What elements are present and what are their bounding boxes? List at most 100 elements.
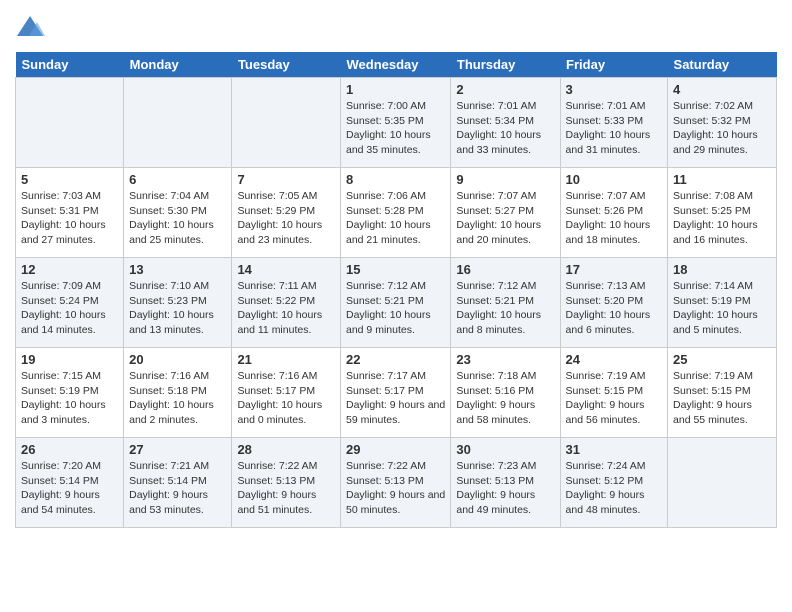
day-detail: Sunrise: 7:17 AMSunset: 5:17 PMDaylight:… <box>346 369 445 428</box>
day-number: 18 <box>673 262 771 277</box>
day-detail: Sunrise: 7:22 AMSunset: 5:13 PMDaylight:… <box>237 459 335 518</box>
day-detail: Sunrise: 7:02 AMSunset: 5:32 PMDaylight:… <box>673 99 771 158</box>
day-detail: Sunrise: 7:06 AMSunset: 5:28 PMDaylight:… <box>346 189 445 248</box>
weekday-header: Thursday <box>451 52 560 78</box>
weekday-header: Saturday <box>668 52 777 78</box>
calendar-cell: 4 Sunrise: 7:02 AMSunset: 5:32 PMDayligh… <box>668 78 777 168</box>
calendar-cell: 17 Sunrise: 7:13 AMSunset: 5:20 PMDaylig… <box>560 258 667 348</box>
calendar-cell: 24 Sunrise: 7:19 AMSunset: 5:15 PMDaylig… <box>560 348 667 438</box>
calendar-cell: 7 Sunrise: 7:05 AMSunset: 5:29 PMDayligh… <box>232 168 341 258</box>
day-detail: Sunrise: 7:21 AMSunset: 5:14 PMDaylight:… <box>129 459 226 518</box>
day-number: 24 <box>566 352 662 367</box>
calendar-cell: 10 Sunrise: 7:07 AMSunset: 5:26 PMDaylig… <box>560 168 667 258</box>
day-number: 17 <box>566 262 662 277</box>
calendar-cell: 23 Sunrise: 7:18 AMSunset: 5:16 PMDaylig… <box>451 348 560 438</box>
day-number: 26 <box>21 442 118 457</box>
weekday-header: Friday <box>560 52 667 78</box>
calendar-cell: 6 Sunrise: 7:04 AMSunset: 5:30 PMDayligh… <box>124 168 232 258</box>
weekday-header: Wednesday <box>341 52 451 78</box>
calendar-cell <box>124 78 232 168</box>
day-number: 22 <box>346 352 445 367</box>
day-detail: Sunrise: 7:12 AMSunset: 5:21 PMDaylight:… <box>346 279 445 338</box>
day-detail: Sunrise: 7:08 AMSunset: 5:25 PMDaylight:… <box>673 189 771 248</box>
day-detail: Sunrise: 7:00 AMSunset: 5:35 PMDaylight:… <box>346 99 445 158</box>
calendar-cell: 18 Sunrise: 7:14 AMSunset: 5:19 PMDaylig… <box>668 258 777 348</box>
calendar-cell: 15 Sunrise: 7:12 AMSunset: 5:21 PMDaylig… <box>341 258 451 348</box>
day-number: 25 <box>673 352 771 367</box>
day-number: 27 <box>129 442 226 457</box>
day-detail: Sunrise: 7:14 AMSunset: 5:19 PMDaylight:… <box>673 279 771 338</box>
calendar-cell <box>232 78 341 168</box>
day-detail: Sunrise: 7:23 AMSunset: 5:13 PMDaylight:… <box>456 459 554 518</box>
calendar-cell: 28 Sunrise: 7:22 AMSunset: 5:13 PMDaylig… <box>232 438 341 528</box>
calendar-cell: 5 Sunrise: 7:03 AMSunset: 5:31 PMDayligh… <box>16 168 124 258</box>
day-detail: Sunrise: 7:19 AMSunset: 5:15 PMDaylight:… <box>566 369 662 428</box>
day-detail: Sunrise: 7:19 AMSunset: 5:15 PMDaylight:… <box>673 369 771 428</box>
day-detail: Sunrise: 7:12 AMSunset: 5:21 PMDaylight:… <box>456 279 554 338</box>
day-number: 15 <box>346 262 445 277</box>
day-detail: Sunrise: 7:04 AMSunset: 5:30 PMDaylight:… <box>129 189 226 248</box>
day-number: 29 <box>346 442 445 457</box>
day-detail: Sunrise: 7:18 AMSunset: 5:16 PMDaylight:… <box>456 369 554 428</box>
day-number: 16 <box>456 262 554 277</box>
day-number: 5 <box>21 172 118 187</box>
day-number: 7 <box>237 172 335 187</box>
calendar-cell: 20 Sunrise: 7:16 AMSunset: 5:18 PMDaylig… <box>124 348 232 438</box>
calendar-cell: 2 Sunrise: 7:01 AMSunset: 5:34 PMDayligh… <box>451 78 560 168</box>
day-detail: Sunrise: 7:03 AMSunset: 5:31 PMDaylight:… <box>21 189 118 248</box>
day-number: 30 <box>456 442 554 457</box>
calendar-cell: 19 Sunrise: 7:15 AMSunset: 5:19 PMDaylig… <box>16 348 124 438</box>
calendar-cell: 25 Sunrise: 7:19 AMSunset: 5:15 PMDaylig… <box>668 348 777 438</box>
calendar-cell: 1 Sunrise: 7:00 AMSunset: 5:35 PMDayligh… <box>341 78 451 168</box>
calendar-cell: 22 Sunrise: 7:17 AMSunset: 5:17 PMDaylig… <box>341 348 451 438</box>
day-detail: Sunrise: 7:11 AMSunset: 5:22 PMDaylight:… <box>237 279 335 338</box>
day-detail: Sunrise: 7:01 AMSunset: 5:34 PMDaylight:… <box>456 99 554 158</box>
calendar-cell <box>668 438 777 528</box>
calendar-cell <box>16 78 124 168</box>
day-number: 20 <box>129 352 226 367</box>
weekday-header: Sunday <box>16 52 124 78</box>
day-number: 11 <box>673 172 771 187</box>
calendar-header: SundayMondayTuesdayWednesdayThursdayFrid… <box>16 52 777 78</box>
day-detail: Sunrise: 7:16 AMSunset: 5:17 PMDaylight:… <box>237 369 335 428</box>
calendar-cell: 29 Sunrise: 7:22 AMSunset: 5:13 PMDaylig… <box>341 438 451 528</box>
day-detail: Sunrise: 7:09 AMSunset: 5:24 PMDaylight:… <box>21 279 118 338</box>
day-number: 9 <box>456 172 554 187</box>
day-number: 3 <box>566 82 662 97</box>
calendar-table: SundayMondayTuesdayWednesdayThursdayFrid… <box>15 52 777 528</box>
day-number: 2 <box>456 82 554 97</box>
day-detail: Sunrise: 7:07 AMSunset: 5:27 PMDaylight:… <box>456 189 554 248</box>
weekday-header: Monday <box>124 52 232 78</box>
day-detail: Sunrise: 7:05 AMSunset: 5:29 PMDaylight:… <box>237 189 335 248</box>
day-number: 6 <box>129 172 226 187</box>
day-number: 10 <box>566 172 662 187</box>
day-number: 12 <box>21 262 118 277</box>
day-number: 28 <box>237 442 335 457</box>
calendar-cell: 30 Sunrise: 7:23 AMSunset: 5:13 PMDaylig… <box>451 438 560 528</box>
logo-icon <box>15 14 45 44</box>
calendar-cell: 8 Sunrise: 7:06 AMSunset: 5:28 PMDayligh… <box>341 168 451 258</box>
calendar-cell: 3 Sunrise: 7:01 AMSunset: 5:33 PMDayligh… <box>560 78 667 168</box>
day-detail: Sunrise: 7:07 AMSunset: 5:26 PMDaylight:… <box>566 189 662 248</box>
calendar-cell: 12 Sunrise: 7:09 AMSunset: 5:24 PMDaylig… <box>16 258 124 348</box>
calendar-cell: 14 Sunrise: 7:11 AMSunset: 5:22 PMDaylig… <box>232 258 341 348</box>
day-number: 21 <box>237 352 335 367</box>
weekday-header: Tuesday <box>232 52 341 78</box>
header <box>15 10 777 44</box>
day-number: 31 <box>566 442 662 457</box>
day-detail: Sunrise: 7:24 AMSunset: 5:12 PMDaylight:… <box>566 459 662 518</box>
day-number: 1 <box>346 82 445 97</box>
day-number: 23 <box>456 352 554 367</box>
calendar-cell: 27 Sunrise: 7:21 AMSunset: 5:14 PMDaylig… <box>124 438 232 528</box>
calendar-cell: 11 Sunrise: 7:08 AMSunset: 5:25 PMDaylig… <box>668 168 777 258</box>
calendar-cell: 13 Sunrise: 7:10 AMSunset: 5:23 PMDaylig… <box>124 258 232 348</box>
day-detail: Sunrise: 7:10 AMSunset: 5:23 PMDaylight:… <box>129 279 226 338</box>
day-detail: Sunrise: 7:01 AMSunset: 5:33 PMDaylight:… <box>566 99 662 158</box>
day-detail: Sunrise: 7:22 AMSunset: 5:13 PMDaylight:… <box>346 459 445 518</box>
calendar-cell: 31 Sunrise: 7:24 AMSunset: 5:12 PMDaylig… <box>560 438 667 528</box>
day-number: 13 <box>129 262 226 277</box>
day-detail: Sunrise: 7:13 AMSunset: 5:20 PMDaylight:… <box>566 279 662 338</box>
day-detail: Sunrise: 7:20 AMSunset: 5:14 PMDaylight:… <box>21 459 118 518</box>
calendar-cell: 21 Sunrise: 7:16 AMSunset: 5:17 PMDaylig… <box>232 348 341 438</box>
calendar-cell: 26 Sunrise: 7:20 AMSunset: 5:14 PMDaylig… <box>16 438 124 528</box>
